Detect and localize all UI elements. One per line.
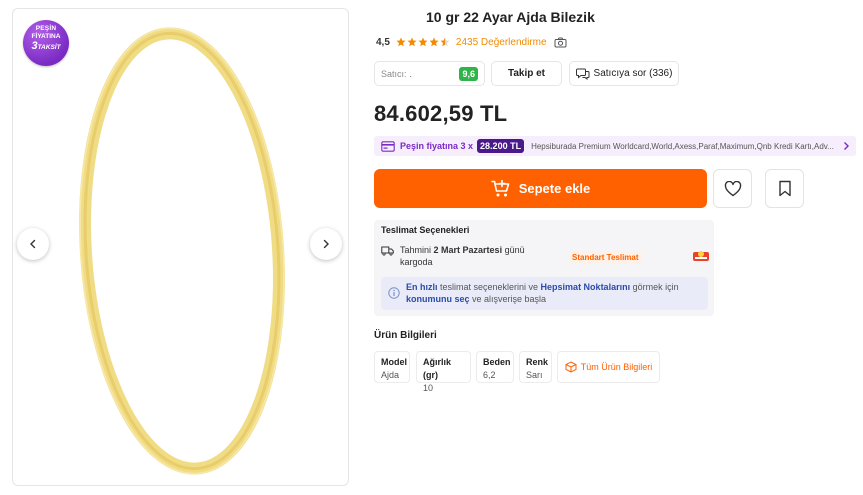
seller-name[interactable]: . bbox=[410, 69, 460, 79]
chat-question-icon bbox=[575, 68, 590, 80]
attribute-key: Model bbox=[381, 357, 407, 367]
add-to-cart-button[interactable]: Sepete ekle bbox=[374, 169, 707, 208]
chevron-left-icon bbox=[30, 239, 36, 249]
info-text-3: ve alışverişe başla bbox=[469, 294, 547, 304]
attribute-color: Renk Sarı bbox=[519, 351, 552, 383]
info-text-1: teslimat seçeneklerini ve bbox=[437, 282, 541, 292]
rating-row: 4,5 2435 Değerlendirme bbox=[376, 34, 567, 50]
seller-score-badge: 9,6 bbox=[459, 66, 478, 81]
installment-banner[interactable]: Peşin fiyatına 3 x 28.200 TL Hepsiburada… bbox=[374, 136, 856, 156]
star-icon bbox=[396, 37, 406, 47]
product-price: 84.602,59 TL bbox=[374, 101, 508, 126]
attribute-key: Beden bbox=[483, 357, 511, 367]
rating-stars bbox=[396, 37, 450, 47]
seller-label: Satıcı: bbox=[381, 68, 407, 79]
product-title: 10 gr 22 Ayar Ajda Bilezik bbox=[426, 9, 595, 25]
delivery-estimate: Tahmini 2 Mart Pazartesi günü kargoda bbox=[400, 244, 530, 268]
info-icon bbox=[388, 287, 400, 299]
follow-button[interactable]: Takip et bbox=[491, 61, 562, 86]
attribute-weight: Ağırlık (gr) 10 bbox=[416, 351, 471, 393]
attribute-value: Sarı bbox=[526, 370, 543, 380]
attribute-value: 10 bbox=[423, 383, 434, 393]
delivery-title: Teslimat Seçenekleri bbox=[381, 225, 470, 235]
delivery-pre: Tahmini bbox=[400, 245, 432, 255]
add-to-cart-label: Sepete ekle bbox=[518, 181, 591, 196]
attribute-model: Model Ajda bbox=[374, 351, 410, 383]
badge-line2: FİYATINA bbox=[31, 32, 61, 40]
standard-delivery-tag: Standart Teslimat bbox=[569, 251, 642, 264]
location-info-box[interactable]: En hızlı teslimat seçeneklerini ve Hepsi… bbox=[381, 277, 708, 310]
save-to-list-button[interactable] bbox=[765, 169, 804, 208]
product-image[interactable] bbox=[13, 9, 349, 486]
rating-value: 4,5 bbox=[376, 36, 390, 48]
select-location-link[interactable]: konumunu seç bbox=[406, 294, 470, 304]
cart-plus-icon bbox=[490, 179, 510, 196]
star-half-icon bbox=[440, 37, 450, 47]
attribute-key: Ağırlık (gr) bbox=[423, 357, 452, 380]
seller-box[interactable]: Satıcı: . 9,6 bbox=[374, 61, 485, 86]
camera-icon[interactable] bbox=[554, 37, 567, 48]
info-highlight-fastest: En hızlı bbox=[406, 282, 438, 292]
all-product-info-label: Tüm Ürün Bilgileri bbox=[580, 362, 653, 372]
heart-icon bbox=[724, 180, 741, 196]
chevron-right-icon bbox=[844, 142, 849, 150]
bookmark-icon bbox=[778, 180, 791, 197]
next-image-button[interactable] bbox=[310, 228, 342, 260]
product-gallery: PEŞİN FİYATINA 3TAKSİT bbox=[12, 8, 349, 486]
previous-image-button[interactable] bbox=[17, 228, 49, 260]
delivery-date: 2 Mart Pazartesi bbox=[433, 245, 503, 255]
star-icon bbox=[429, 37, 439, 47]
installment-badge: PEŞİN FİYATINA 3TAKSİT bbox=[23, 20, 69, 66]
star-icon bbox=[418, 37, 428, 47]
installment-amount: 28.200 TL bbox=[477, 139, 525, 153]
delivery-options: Teslimat Seçenekleri Tahmini 2 Mart Paza… bbox=[374, 220, 714, 316]
truck-icon bbox=[381, 246, 394, 256]
attribute-key: Renk bbox=[526, 357, 549, 367]
badge-line1: PEŞİN bbox=[35, 25, 57, 32]
ask-seller-button[interactable]: Satıcıya sor (336) bbox=[569, 61, 679, 86]
installment-label: Peşin fiyatına 3 x bbox=[400, 141, 474, 151]
chevron-right-icon bbox=[323, 239, 329, 249]
reviews-link[interactable]: 2435 Değerlendirme bbox=[456, 37, 547, 48]
attribute-size: Beden 6,2 bbox=[476, 351, 514, 383]
box-icon bbox=[565, 361, 577, 373]
installment-banks: Hepsiburada Premium Worldcard,World,Axes… bbox=[531, 141, 834, 151]
attribute-value: Ajda bbox=[381, 370, 400, 380]
product-info-title: Ürün Bilgileri bbox=[374, 330, 437, 341]
badge-line3: 3TAKSİT bbox=[23, 41, 69, 52]
info-text-2: görmek için bbox=[630, 282, 679, 292]
info-highlight-hepsimat[interactable]: Hepsimat Noktalarını bbox=[541, 282, 631, 292]
badge-taksit: TAKSİT bbox=[37, 44, 61, 51]
favorite-button[interactable] bbox=[713, 169, 752, 208]
attribute-value: 6,2 bbox=[483, 370, 496, 380]
star-icon bbox=[407, 37, 417, 47]
all-product-info-button[interactable]: Tüm Ürün Bilgileri bbox=[557, 351, 660, 383]
carrier-logo-icon bbox=[693, 251, 709, 261]
credit-card-icon bbox=[381, 140, 395, 152]
ask-seller-label: Satıcıya sor (336) bbox=[593, 68, 673, 79]
